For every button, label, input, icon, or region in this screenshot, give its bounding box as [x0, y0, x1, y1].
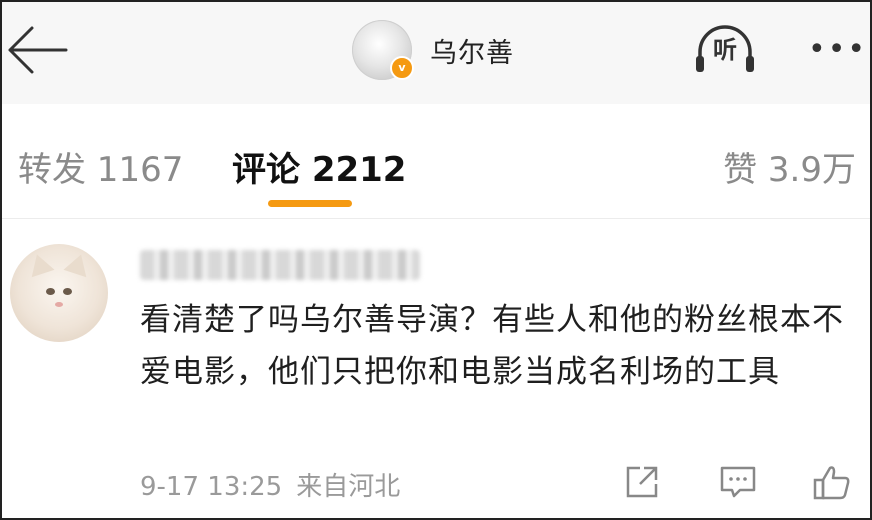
- tab-forward[interactable]: 转发 1167: [18, 142, 183, 191]
- weibo-comment-screen: v 乌尔善 听 ••• 转发 1167 评论 2212 赞 3.9万 看清楚了吗…: [0, 0, 872, 520]
- cat-ear-left: [25, 250, 55, 278]
- verified-badge-icon: v: [390, 56, 414, 80]
- top-bar: v 乌尔善 听 •••: [2, 2, 870, 104]
- cat-eye-left: [46, 288, 55, 295]
- like-button[interactable]: [812, 462, 852, 502]
- thumbs-up-icon: [813, 466, 850, 500]
- share-icon: [626, 466, 658, 498]
- commenter-name-blurred[interactable]: ▓▓▓▓ ▓▓▓▓▓▓: [140, 250, 420, 280]
- listen-label: 听: [713, 36, 737, 64]
- reply-icon: [720, 466, 756, 498]
- tab-like[interactable]: 赞 3.9万: [723, 142, 856, 191]
- more-button[interactable]: •••: [808, 32, 868, 68]
- cat-ear-right: [63, 250, 93, 278]
- comment-text: 看清楚了吗乌尔善导演？有些人和他的粉丝根本不爱电影，他们只把你和电影当成名利场的…: [140, 302, 844, 390]
- back-button[interactable]: [6, 20, 70, 80]
- avatar[interactable]: v: [352, 20, 414, 80]
- back-arrow-icon: [8, 26, 68, 74]
- more-icon: •••: [808, 32, 868, 67]
- commenter-avatar[interactable]: [10, 244, 108, 342]
- listen-button[interactable]: 听: [692, 22, 758, 78]
- page-title: 乌尔善: [430, 37, 514, 69]
- comment-time: 9-17 13:25: [140, 472, 283, 502]
- tab-comment[interactable]: 评论 2212: [232, 142, 406, 191]
- cat-eye-right: [63, 288, 72, 295]
- share-button[interactable]: [622, 462, 662, 502]
- reply-button[interactable]: [718, 462, 758, 502]
- tab-bar: 转发 1167 评论 2212 赞 3.9万: [2, 104, 870, 219]
- profile-header[interactable]: v 乌尔善: [352, 18, 514, 82]
- comment-location: 来自河北: [296, 472, 401, 502]
- cat-nose: [55, 302, 63, 307]
- active-tab-indicator: [268, 200, 352, 207]
- comment-item: ▓▓▓▓ ▓▓▓▓▓▓ 看清楚了吗乌尔善导演？有些人和他的粉丝根本不爱电影，他们…: [2, 220, 870, 518]
- comment-meta: 9-17 13:25 来自河北: [140, 466, 400, 503]
